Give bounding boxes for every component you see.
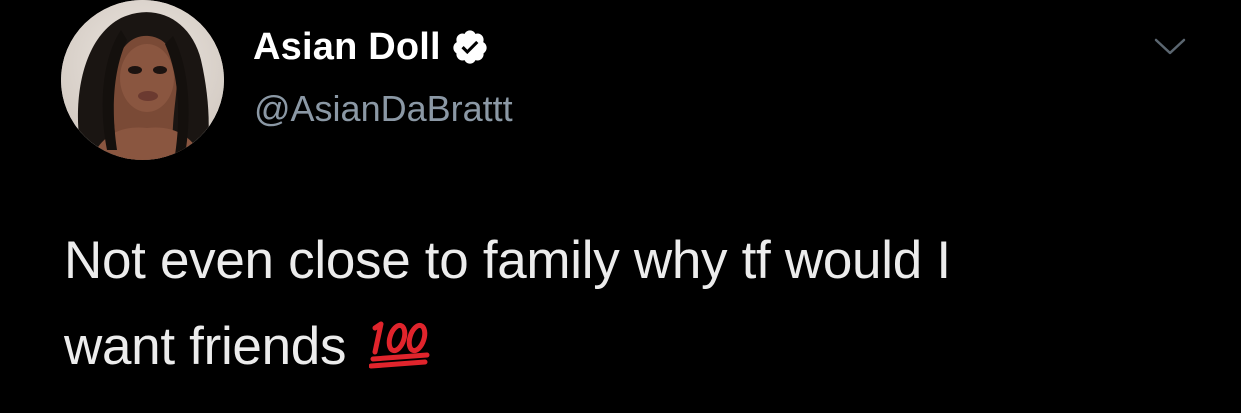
tweet-text-line-1: Not even close to family why tf would I	[64, 231, 951, 290]
author-handle[interactable]: @AsianDaBrattt	[254, 88, 513, 130]
author-display-name[interactable]: Asian Doll	[253, 26, 441, 69]
tweet-text-line-2-words: want friends	[64, 317, 347, 376]
profile-photo-icon	[61, 0, 224, 160]
avatar[interactable]	[61, 0, 224, 160]
hundred-points-emoji-icon	[368, 310, 433, 369]
chevron-down-icon[interactable]	[1152, 35, 1188, 59]
verified-badge-icon	[451, 28, 489, 66]
tweet-text-line-2: want friends	[64, 304, 1204, 390]
author-name-row[interactable]: Asian Doll	[253, 22, 489, 72]
tweet-card: Asian Doll @AsianDaBrattt Not even close…	[0, 0, 1241, 413]
tweet-text: Not even close to family why tf would I …	[64, 218, 1204, 390]
